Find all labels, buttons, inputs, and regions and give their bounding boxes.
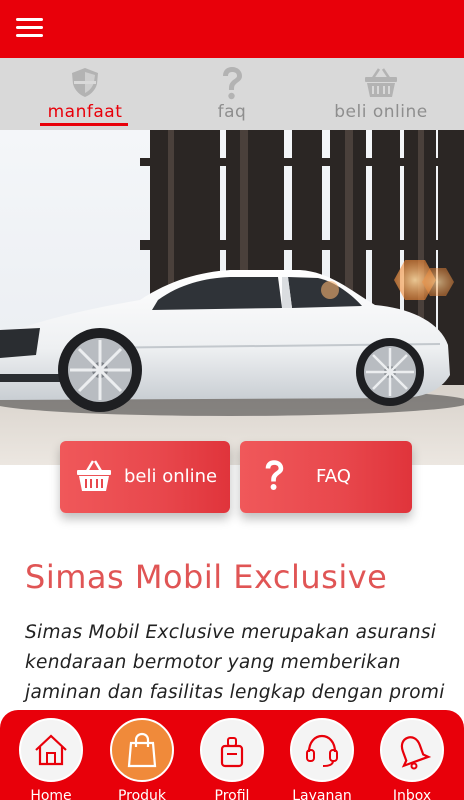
tab-label: manfaat — [47, 102, 123, 122]
top-app-bar — [0, 0, 464, 58]
active-tab-indicator — [40, 123, 128, 126]
buy-online-button[interactable]: beli online — [60, 441, 230, 513]
tab-label: beli online — [334, 102, 428, 122]
tab-faq[interactable]: faq — [180, 58, 284, 130]
hamburger-icon[interactable] — [16, 18, 43, 38]
tab-manfaat[interactable]: manfaat — [30, 58, 140, 130]
tab-bar: manfaat faq beli online — [0, 58, 464, 130]
buy-online-label: beli online — [124, 466, 218, 487]
nav-label: Profil — [214, 788, 250, 800]
nav-item-layanan[interactable]: Layanan — [290, 718, 354, 800]
nav-label: Layanan — [292, 788, 352, 800]
nav-label: Produk — [117, 788, 167, 800]
nav-item-home[interactable]: Home — [19, 718, 83, 800]
question-icon — [262, 458, 286, 496]
hero-car-image — [0, 130, 464, 465]
basket-icon — [363, 66, 399, 102]
shield-icon — [69, 66, 101, 102]
nav-item-produk[interactable]: Produk — [110, 718, 174, 800]
nav-label: Inbox — [392, 788, 432, 800]
page-title: Simas Mobil Exclusive — [25, 558, 388, 596]
bottom-navigation: Home Produk Profil Layanan Inbox — [0, 710, 464, 800]
tab-beli-online[interactable]: beli online — [320, 58, 442, 130]
nav-item-inbox[interactable]: Inbox — [380, 718, 444, 800]
nav-label: Home — [30, 788, 72, 800]
tab-label: faq — [217, 102, 247, 122]
question-icon — [219, 66, 245, 104]
faq-label: FAQ — [316, 466, 351, 487]
nav-item-profil[interactable]: Profil — [200, 718, 264, 800]
basket-icon — [76, 459, 112, 497]
faq-button[interactable]: FAQ — [240, 441, 412, 513]
